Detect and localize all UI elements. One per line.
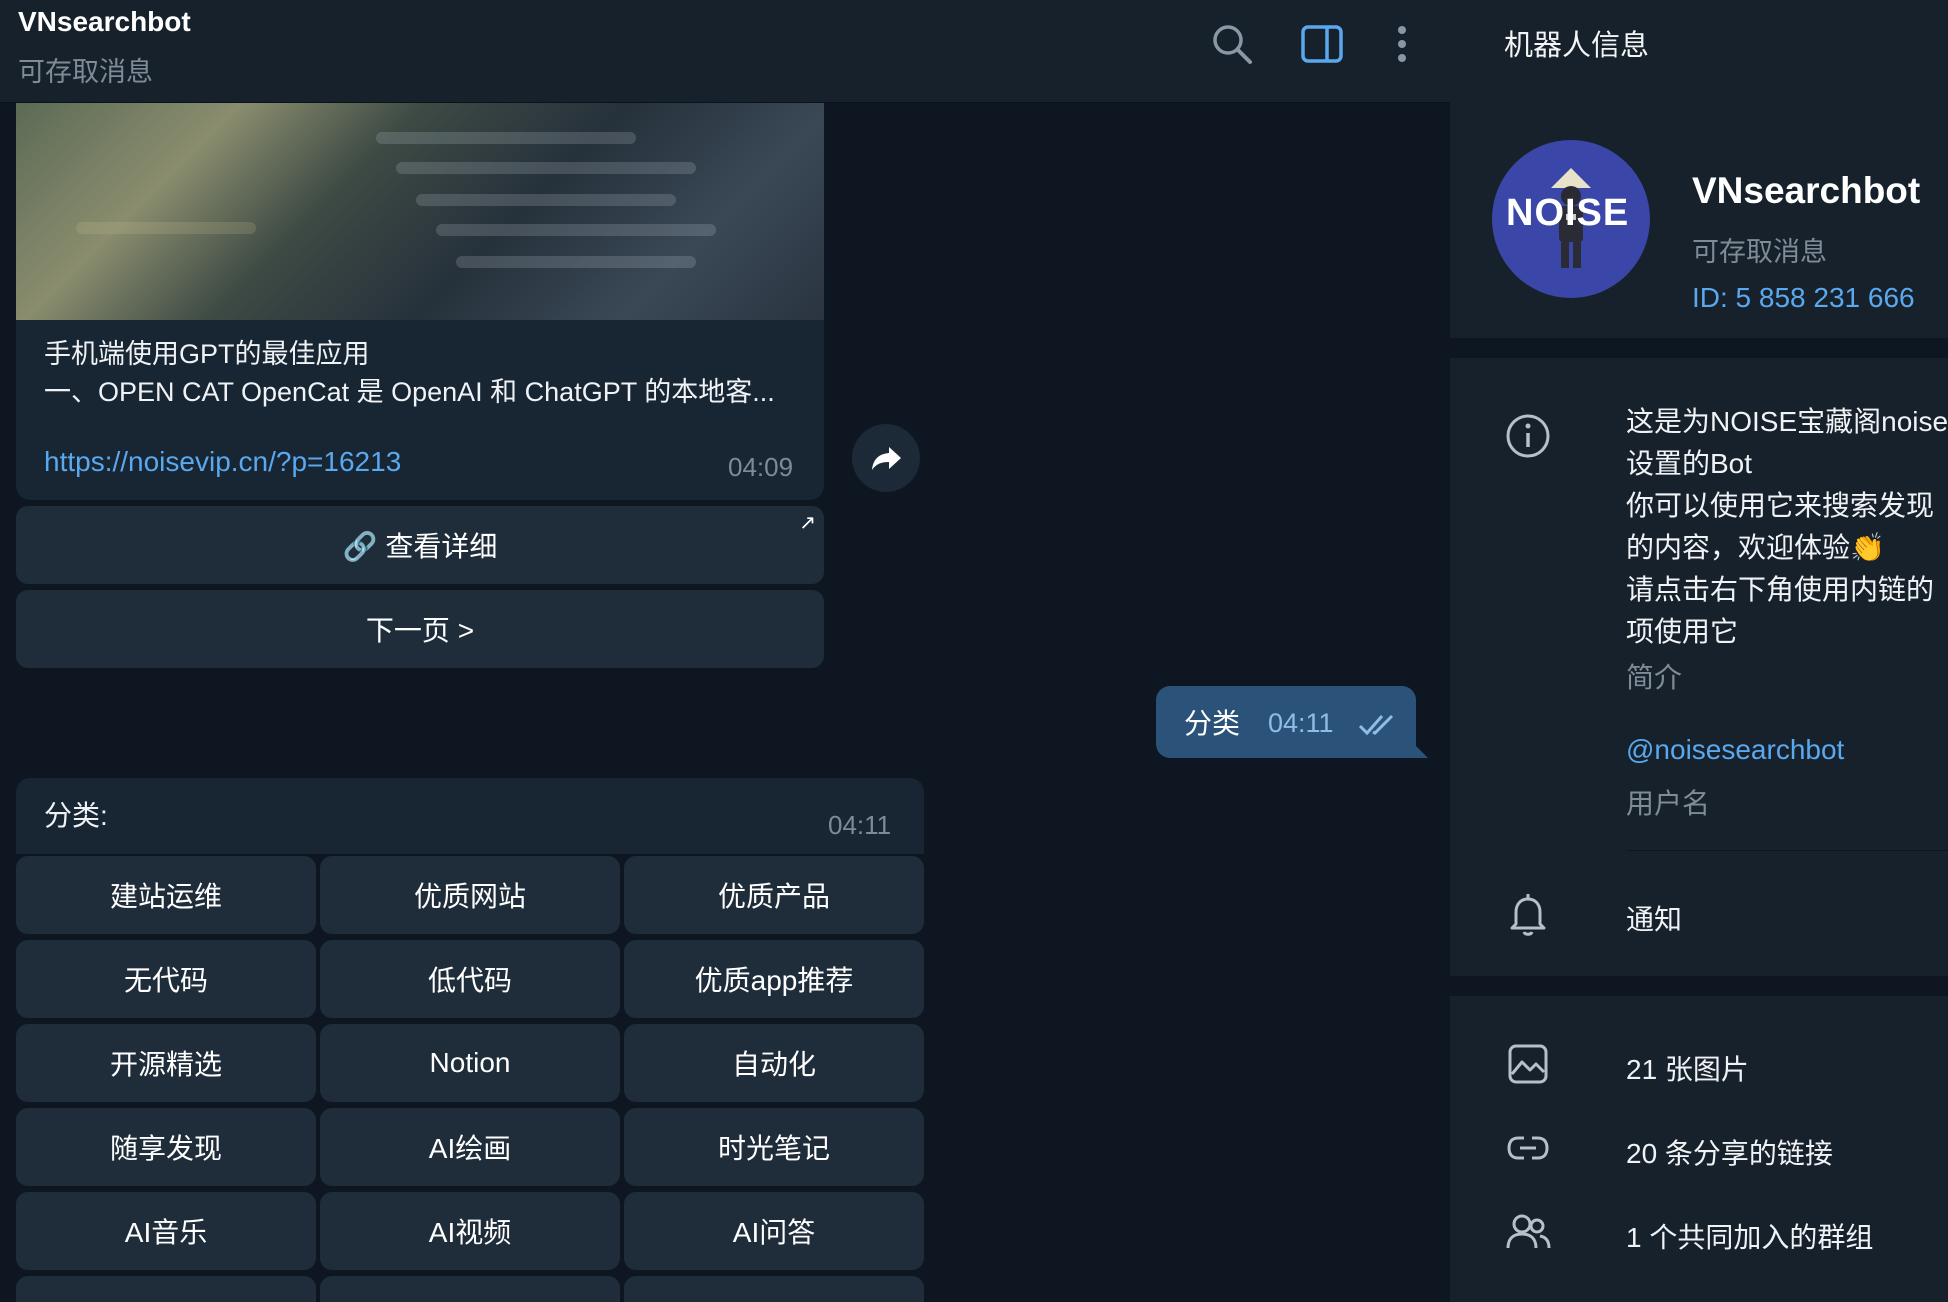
username-label: 用户名 <box>1626 788 1711 819</box>
category-button[interactable]: Notion <box>320 1024 620 1102</box>
message-list[interactable]: 手机端使用GPT的最佳应用 一、OPEN CAT OpenCat 是 OpenA… <box>0 102 1450 1302</box>
link-card-description: 一、OPEN CAT OpenCat 是 OpenAI 和 ChatGPT 的本… <box>44 377 775 407</box>
category-button-label: AI插件 <box>733 1295 815 1302</box>
category-button[interactable]: AI模型 <box>16 1276 316 1302</box>
message-time: 04:09 <box>728 452 794 482</box>
category-button-label: AI视频 <box>428 1217 512 1248</box>
category-button[interactable]: 随享发现 <box>16 1108 316 1186</box>
bio-line: 请点击右下角使用内链的 <box>1626 574 1935 605</box>
image-icon <box>1504 1040 1552 1088</box>
category-button-label: 随享发现 <box>109 1133 222 1164</box>
category-button-label: 无代码 <box>123 965 208 996</box>
view-details-label: 🔗 查看详细 <box>342 531 498 562</box>
category-button-label: 开源精选 <box>109 1049 222 1080</box>
username-link[interactable]: @noisesearchbot <box>1626 734 1844 766</box>
bio-label: 简介 <box>1626 662 1683 693</box>
category-button[interactable]: 优质产品 <box>624 856 924 934</box>
bot-info-panel: 机器人信息 NOISE VNsearchbot 可存取消息 ID: 5 858 … <box>1450 0 1948 1302</box>
category-button[interactable]: 建站运维 <box>16 856 316 934</box>
category-button-label: 低代码 <box>427 965 512 996</box>
category-button-label: 优质产品 <box>717 881 830 912</box>
category-button-label: 优质网站 <box>413 881 526 912</box>
chat-header[interactable]: VNsearchbot 可存取消息 <box>0 0 1450 103</box>
info-panel-title: 机器人信息 <box>1504 30 1650 62</box>
section-separator <box>1450 338 1948 358</box>
category-button[interactable]: 优质app推荐 <box>624 940 924 1018</box>
category-button[interactable]: AI视频 <box>320 1192 620 1270</box>
profile-status: 可存取消息 <box>1692 237 1827 267</box>
link-card-title: 手机端使用GPT的最佳应用 <box>44 339 370 369</box>
sidebar-toggle-icon[interactable] <box>1298 20 1346 68</box>
row-divider <box>1626 850 1948 851</box>
avatar[interactable]: NOISE <box>1492 140 1650 298</box>
avatar-logo-text: NOISE <box>1506 192 1630 234</box>
external-link-icon: ↗ <box>799 512 816 534</box>
category-button-label: 优质app推荐 <box>694 965 854 996</box>
category-button-label: 时光笔记 <box>717 1133 830 1164</box>
category-button[interactable]: 时光笔记 <box>624 1108 924 1186</box>
category-button-label: AI问答 <box>732 1217 816 1248</box>
profile-id[interactable]: ID: 5 858 231 666 <box>1692 282 1915 314</box>
chat-status: 可存取消息 <box>18 57 153 87</box>
category-button[interactable]: 无代码 <box>16 940 316 1018</box>
profile-name: VNsearchbot <box>1692 170 1921 211</box>
media-photos[interactable]: 21 张图片 <box>1626 1048 1749 1088</box>
category-button-label: Notion <box>429 1047 511 1078</box>
bio-line: 的内容，欢迎体验👏 <box>1626 532 1885 563</box>
category-button[interactable]: 自动化 <box>624 1024 924 1102</box>
search-icon[interactable] <box>1208 20 1256 68</box>
outgoing-time: 04:11 <box>1268 708 1334 738</box>
category-button[interactable]: 低代码 <box>320 940 620 1018</box>
media-links[interactable]: 20 条分享的链接 <box>1626 1132 1833 1172</box>
media-groups[interactable]: 1 个共同加入的群组 <box>1626 1216 1873 1256</box>
link-preview-image[interactable] <box>16 102 824 320</box>
category-button[interactable]: AI绘画 <box>320 1108 620 1186</box>
notifications-label[interactable]: 通知 <box>1626 898 1682 938</box>
link-icon <box>1504 1124 1552 1172</box>
outgoing-bubble-tail <box>1408 738 1428 758</box>
category-button[interactable]: AI代码 <box>320 1276 620 1302</box>
read-check-icon <box>1358 714 1394 736</box>
forward-button[interactable] <box>852 424 920 492</box>
category-message[interactable]: 分类: 04:11 <box>16 778 924 854</box>
category-button[interactable]: AI插件 <box>624 1276 924 1302</box>
category-label: 分类: <box>44 800 108 831</box>
link-card-url[interactable]: https://noisevip.cn/?p=16213 <box>44 446 401 478</box>
category-button[interactable]: 开源精选 <box>16 1024 316 1102</box>
bio-line: 你可以使用它来搜索发现 <box>1626 490 1935 521</box>
next-page-button[interactable]: 下一页 > <box>16 590 824 668</box>
outgoing-message[interactable]: 分类 04:11 <box>1156 686 1416 758</box>
bio-line: 设置的Bot <box>1626 448 1753 479</box>
users-icon <box>1504 1208 1552 1256</box>
category-button[interactable]: AI音乐 <box>16 1192 316 1270</box>
category-button-label: AI绘画 <box>428 1133 512 1164</box>
chat-panel: VNsearchbot 可存取消息 手机端使用GPT的最佳应用 一、OPEN C… <box>0 0 1450 1302</box>
info-icon <box>1504 412 1552 460</box>
section-separator <box>1450 976 1948 996</box>
category-button-label: AI代码 <box>429 1295 511 1302</box>
link-card-message[interactable]: 手机端使用GPT的最佳应用 一、OPEN CAT OpenCat 是 OpenA… <box>16 320 824 500</box>
category-button-label: AI音乐 <box>124 1217 208 1248</box>
category-button-label: AI模型 <box>125 1295 207 1302</box>
category-button[interactable]: AI问答 <box>624 1192 924 1270</box>
bio-line: 项使用它 <box>1626 616 1739 647</box>
category-button-label: 建站运维 <box>109 881 222 912</box>
category-time: 04:11 <box>828 810 892 840</box>
bell-icon <box>1504 890 1552 938</box>
more-options-icon[interactable] <box>1378 20 1426 68</box>
category-button-label: 自动化 <box>731 1049 816 1080</box>
category-button[interactable]: 优质网站 <box>320 856 620 934</box>
chat-title[interactable]: VNsearchbot <box>18 6 191 38</box>
view-details-button[interactable]: 🔗 查看详细 ↗ <box>16 506 824 584</box>
forward-icon <box>872 447 901 470</box>
outgoing-text: 分类 <box>1184 708 1241 739</box>
bio-line: 这是为NOISE宝藏阁noise <box>1626 406 1948 437</box>
next-page-label: 下一页 > <box>365 615 475 646</box>
